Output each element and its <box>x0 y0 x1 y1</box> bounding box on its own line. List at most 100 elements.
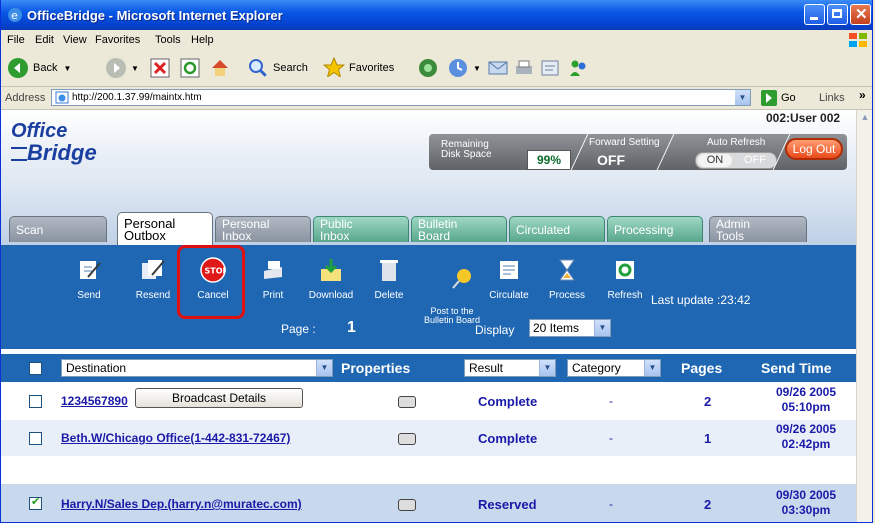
resend-label: Resend <box>135 290 171 301</box>
display-count-value: 20 Items <box>533 321 580 335</box>
maximize-button[interactable] <box>827 4 848 25</box>
search-button[interactable]: Search <box>247 56 308 80</box>
last-update: Last update :23:42 <box>651 293 751 307</box>
refresh-browser-button[interactable] <box>179 56 205 80</box>
process-button[interactable]: Process <box>539 257 595 301</box>
destination-link[interactable]: 1234567890 <box>61 394 128 408</box>
links-label[interactable]: Links <box>819 92 845 104</box>
disk-space-value: 99% <box>527 150 571 170</box>
send-icon <box>80 261 101 279</box>
send-button[interactable]: Send <box>61 257 117 301</box>
tab-admin-tools[interactable]: Admin Tools <box>709 216 807 242</box>
mail-button[interactable] <box>487 56 513 80</box>
tab-processing[interactable]: Processing <box>607 216 703 242</box>
favorites-star-icon <box>323 57 345 79</box>
tab-label: Scan <box>16 222 44 237</box>
logout-button[interactable]: Log Out <box>785 138 843 160</box>
destination-filter-select[interactable]: Destination ▼ <box>61 359 333 377</box>
result-header: Result <box>469 361 504 375</box>
print-browser-button[interactable] <box>513 56 539 80</box>
properties-icon[interactable] <box>398 499 416 511</box>
circulate-label: Circulate <box>489 290 529 301</box>
scroll-up-icon[interactable]: ▲ <box>859 112 871 124</box>
tab-personal-inbox[interactable]: Personal Inbox <box>215 216 311 242</box>
page-icon <box>55 91 69 104</box>
go-button[interactable]: Go <box>761 89 796 106</box>
back-arrow-icon <box>8 58 28 78</box>
media-button[interactable] <box>417 56 443 80</box>
menu-favorites[interactable]: Favorites <box>95 34 140 46</box>
tab-bulletin-board[interactable]: Bulletin Board <box>411 216 507 242</box>
forward-setting-value: OFF <box>597 152 625 168</box>
back-button[interactable]: Back ▼ <box>7 56 71 80</box>
properties-icon[interactable] <box>398 433 416 445</box>
close-button[interactable]: ✕ <box>850 4 871 25</box>
chevron-down-icon: ▼ <box>644 360 660 376</box>
select-all-checkbox[interactable] <box>29 362 42 375</box>
edit-button[interactable] <box>539 56 565 80</box>
properties-icon[interactable] <box>398 396 416 408</box>
download-icon <box>321 259 341 281</box>
menu-view[interactable]: View <box>63 34 87 46</box>
menu-bar: File Edit View Favorites Tools Help <box>1 30 872 51</box>
chevron-right-icon[interactable]: » <box>859 88 866 102</box>
vertical-scrollbar[interactable]: ▲ <box>856 110 872 522</box>
stop-button[interactable] <box>149 56 175 80</box>
address-bar: Address http://200.1.37.99/maintx.htm ▼ … <box>1 87 872 110</box>
row-checkbox[interactable] <box>29 432 42 445</box>
forward-button[interactable]: ▼ <box>105 56 139 80</box>
menu-file[interactable]: File <box>7 34 25 46</box>
pages-header: Pages <box>681 360 723 376</box>
resend-button[interactable]: Resend <box>125 257 181 301</box>
tab-personal-outbox[interactable]: Personal Outbox <box>117 212 213 246</box>
address-dropdown-icon[interactable]: ▼ <box>735 90 750 105</box>
menu-help[interactable]: Help <box>191 34 214 46</box>
display-count-select[interactable]: 20 Items ▼ <box>529 319 611 337</box>
cancel-highlight <box>177 245 245 319</box>
table-row[interactable]: Harry.N/Sales Dep.(harry.n@muratec.com) … <box>1 484 856 522</box>
history-button[interactable]: ▼ <box>447 56 481 80</box>
category-value: - <box>609 394 613 408</box>
menu-edit[interactable]: Edit <box>35 34 54 46</box>
category-filter-select[interactable]: Category ▼ <box>567 359 661 377</box>
history-icon <box>449 59 467 77</box>
chevron-down-icon: ▼ <box>539 360 555 376</box>
address-input[interactable]: http://200.1.37.99/maintx.htm ▼ <box>51 89 751 106</box>
menu-tools[interactable]: Tools <box>155 34 181 46</box>
refresh-button[interactable]: Refresh <box>597 257 653 301</box>
auto-refresh-toggle[interactable]: ON OFF <box>695 152 777 169</box>
history-dropdown-icon: ▼ <box>473 63 481 73</box>
result-filter-select[interactable]: Result ▼ <box>464 359 556 377</box>
refresh-icon <box>180 58 200 78</box>
send-time-header: Send Time <box>761 360 832 376</box>
send-clock: 05:10pm <box>781 400 831 414</box>
download-button[interactable]: Download <box>303 257 359 301</box>
home-button[interactable] <box>209 56 235 80</box>
destination-link[interactable]: Beth.W/Chicago Office(1-442-831-72467) <box>61 431 290 445</box>
category-value: - <box>609 497 613 511</box>
row-checkbox[interactable] <box>29 495 42 510</box>
tab-public-inbox[interactable]: Public Inbox <box>313 216 409 242</box>
back-label: Back <box>33 62 58 74</box>
send-label: Send <box>77 290 101 301</box>
page-content: Office Bridge 002:User 002 Remaining Dis… <box>1 110 856 522</box>
pages-value: 2 <box>704 394 712 409</box>
minimize-button[interactable] <box>804 4 825 25</box>
favorites-button[interactable]: Favorites <box>323 56 394 80</box>
delete-button[interactable]: Delete <box>361 257 417 301</box>
print-button[interactable]: Print <box>245 257 301 301</box>
circulate-button[interactable]: Circulate <box>481 257 537 301</box>
row-checkbox[interactable] <box>29 395 42 408</box>
tab-label: Personal Inbox <box>222 216 270 243</box>
tab-scan[interactable]: Scan <box>9 216 107 242</box>
messenger-button[interactable] <box>567 56 593 80</box>
table-row[interactable]: Beth.W/Chicago Office(1-442-831-72467) C… <box>1 420 856 456</box>
search-label: Search <box>273 62 308 74</box>
table-row[interactable]: 1234567890 Broadcast Details Complete - … <box>1 383 856 419</box>
tab-label: Circulated <box>516 222 571 237</box>
refresh-label: Refresh <box>607 290 643 301</box>
broadcast-details-button[interactable]: Broadcast Details <box>135 388 303 408</box>
ie-icon: e <box>8 8 22 22</box>
destination-link[interactable]: Harry.N/Sales Dep.(harry.n@muratec.com) <box>61 497 302 511</box>
tab-circulated[interactable]: Circulated <box>509 216 605 242</box>
